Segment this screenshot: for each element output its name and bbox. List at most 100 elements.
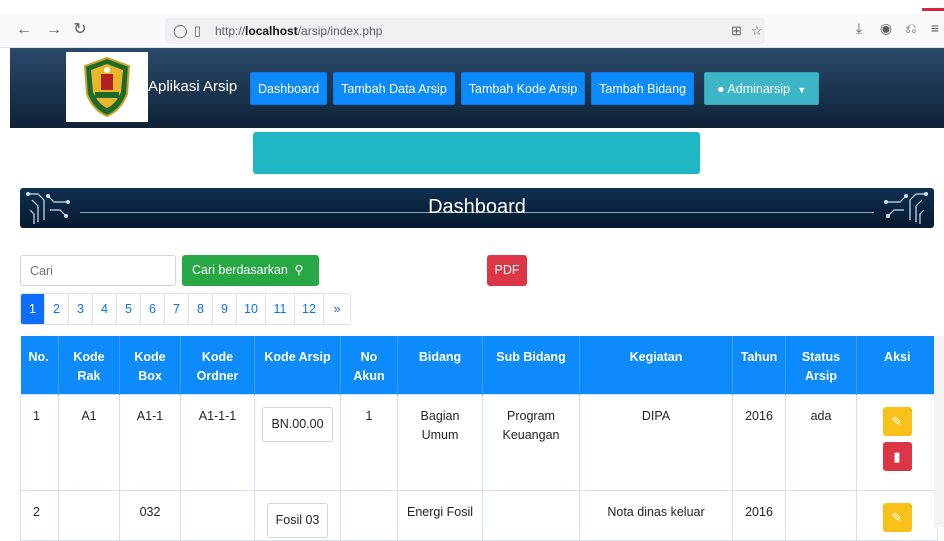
page-link[interactable]: 7 <box>165 294 189 324</box>
search-icon: ⚲ <box>294 263 304 277</box>
cell-bidang: Bagian Umum <box>397 393 483 491</box>
delete-button[interactable]: ▮ <box>882 441 912 471</box>
user-name: Adminarsip <box>727 82 790 96</box>
pencil-icon: ✎ <box>891 509 903 525</box>
page-link[interactable]: 9 <box>213 294 237 324</box>
page-link[interactable]: 11 <box>266 294 295 324</box>
user-circle-icon: ● <box>717 82 725 96</box>
nav-tambah-kode-arsip[interactable]: Tambah Kode Arsip <box>460 72 586 105</box>
page-link[interactable]: 6 <box>141 294 165 324</box>
page-icon: ▯ <box>194 23 202 38</box>
forward-icon[interactable]: → <box>44 20 64 40</box>
cell-bidang: Energi Fosil <box>397 489 483 541</box>
extensions-icon[interactable]: ⎌ <box>902 20 920 37</box>
cell-no-akun: 1 <box>340 393 398 491</box>
column-header: Kegiatan <box>579 336 733 394</box>
nav-tambah-data-arsip[interactable]: Tambah Data Arsip <box>333 72 455 105</box>
table-header-row: No. Kode Rak Kode Box Kode Ordner Kode A… <box>20 336 938 394</box>
nav-dashboard[interactable]: Dashboard <box>250 72 328 105</box>
edit-button[interactable]: ✎ <box>882 406 912 436</box>
cell-tahun: 2016 <box>732 489 786 541</box>
edit-button[interactable]: ✎ <box>882 502 912 532</box>
column-header: Kode Arsip <box>254 336 341 394</box>
table-row: 2 032 Fosil 03 Energi Fosil Nota dinas k… <box>20 489 938 541</box>
cell-kode-rak: A1 <box>58 393 120 491</box>
cell-kegiatan: DIPA <box>579 393 733 491</box>
app-brand[interactable]: Aplikasi Arsip <box>148 78 237 95</box>
cell-kode-box: A1-1 <box>119 393 181 491</box>
cell-kegiatan: Nota dinas keluar <box>579 489 733 541</box>
page-link[interactable]: 3 <box>69 294 93 324</box>
cell-kode-arsip: Fosil 03 <box>254 489 341 541</box>
cell-tahun: 2016 <box>732 393 786 491</box>
cell-kode-rak <box>58 489 120 541</box>
archive-table: No. Kode Rak Kode Box Kode Ordner Kode A… <box>20 336 938 541</box>
page-link[interactable]: 10 <box>237 294 266 324</box>
caret-down-icon: ▼ <box>797 85 807 95</box>
column-header: Aksi <box>856 336 938 394</box>
shield-icon: ◯ <box>173 23 188 38</box>
menu-icon[interactable]: ≡ <box>926 20 944 36</box>
logo[interactable] <box>66 52 148 122</box>
cell-status: ada <box>785 393 857 491</box>
download-icon[interactable]: ⤓ <box>850 20 868 37</box>
back-icon[interactable]: ← <box>14 20 34 40</box>
address-bar[interactable]: ◯ ▯ http://localhost/arsip/index.php ⊞ ☆ <box>165 18 765 44</box>
column-header: Kode Box <box>119 336 181 394</box>
reload-icon[interactable]: ↻ <box>70 20 90 40</box>
trash-icon: ▮ <box>893 448 901 464</box>
page-right-gutter <box>934 336 944 527</box>
page-link[interactable]: 2 <box>45 294 69 324</box>
cell-kode-arsip: BN.00.00 <box>254 393 341 491</box>
nav-tambah-bidang[interactable]: Tambah Bidang <box>591 72 695 105</box>
window-accent <box>922 8 944 11</box>
info-alert <box>253 132 700 174</box>
emblem-icon <box>83 56 131 118</box>
cell-kode-ordner <box>180 489 255 541</box>
browser-toolbar: ← → ↻ ◯ ▯ http://localhost/arsip/index.p… <box>0 14 944 48</box>
column-header: Sub Bidang <box>482 336 580 394</box>
search-filter-dropdown[interactable]: Cari berdasarkan ⚲ ▼ <box>182 255 319 307</box>
pdf-button[interactable]: PDF <box>487 255 527 286</box>
page-next[interactable]: » <box>324 294 350 324</box>
dashboard-banner: Dashboard <box>20 188 934 228</box>
page-title: Dashboard <box>428 196 526 218</box>
page-link[interactable]: 8 <box>189 294 213 324</box>
reader-icon[interactable]: ⊞ <box>731 23 742 39</box>
cell-no: 1 <box>20 393 59 491</box>
app-navbar: Aplikasi Arsip Dashboard Tambah Data Ars… <box>10 48 944 128</box>
user-menu-button[interactable]: ● Adminarsip ▼ <box>704 72 820 105</box>
page-link[interactable]: 1 <box>21 294 45 324</box>
column-header: Tahun <box>732 336 786 394</box>
column-header: Bidang <box>397 336 483 394</box>
column-header: No. <box>20 336 59 394</box>
cell-sub-bidang: Program Keuangan <box>482 393 580 491</box>
cell-no: 2 <box>20 489 59 541</box>
search-input[interactable]: Cari <box>20 255 176 286</box>
column-header: No Akun <box>340 336 398 394</box>
kode-arsip-badge[interactable]: Fosil 03 <box>266 502 329 538</box>
column-header: Kode Ordner <box>180 336 255 394</box>
account-icon[interactable]: ◉ <box>877 20 895 37</box>
page-link[interactable]: 5 <box>117 294 141 324</box>
url-text: http://localhost/arsip/index.php <box>215 24 383 38</box>
circuit-decoration-right-icon <box>884 192 928 224</box>
nav-menu: Dashboard Tambah Data Arsip Tambah Kode … <box>250 72 820 105</box>
page-link[interactable]: 4 <box>93 294 117 324</box>
column-header: Status Arsip <box>785 336 857 394</box>
cell-status <box>785 489 857 541</box>
search-filter-label: Cari berdasarkan <box>192 263 288 277</box>
table-row: 1 A1 A1-1 A1-1-1 BN.00.00 1 Bagian Umum … <box>20 393 938 491</box>
pencil-icon: ✎ <box>891 413 903 429</box>
kode-arsip-badge[interactable]: BN.00.00 <box>262 406 333 442</box>
bookmark-star-icon[interactable]: ☆ <box>751 23 763 39</box>
cell-sub-bidang <box>482 489 580 541</box>
cell-no-akun <box>340 489 398 541</box>
page-link[interactable]: 12 <box>295 294 324 324</box>
window-top-strip <box>0 0 944 14</box>
cell-aksi: ✎ <box>856 489 938 541</box>
cell-kode-box: 032 <box>119 489 181 541</box>
cell-aksi: ✎ ▮ <box>856 393 938 491</box>
cell-kode-ordner: A1-1-1 <box>180 393 255 491</box>
column-header: Kode Rak <box>58 336 120 394</box>
